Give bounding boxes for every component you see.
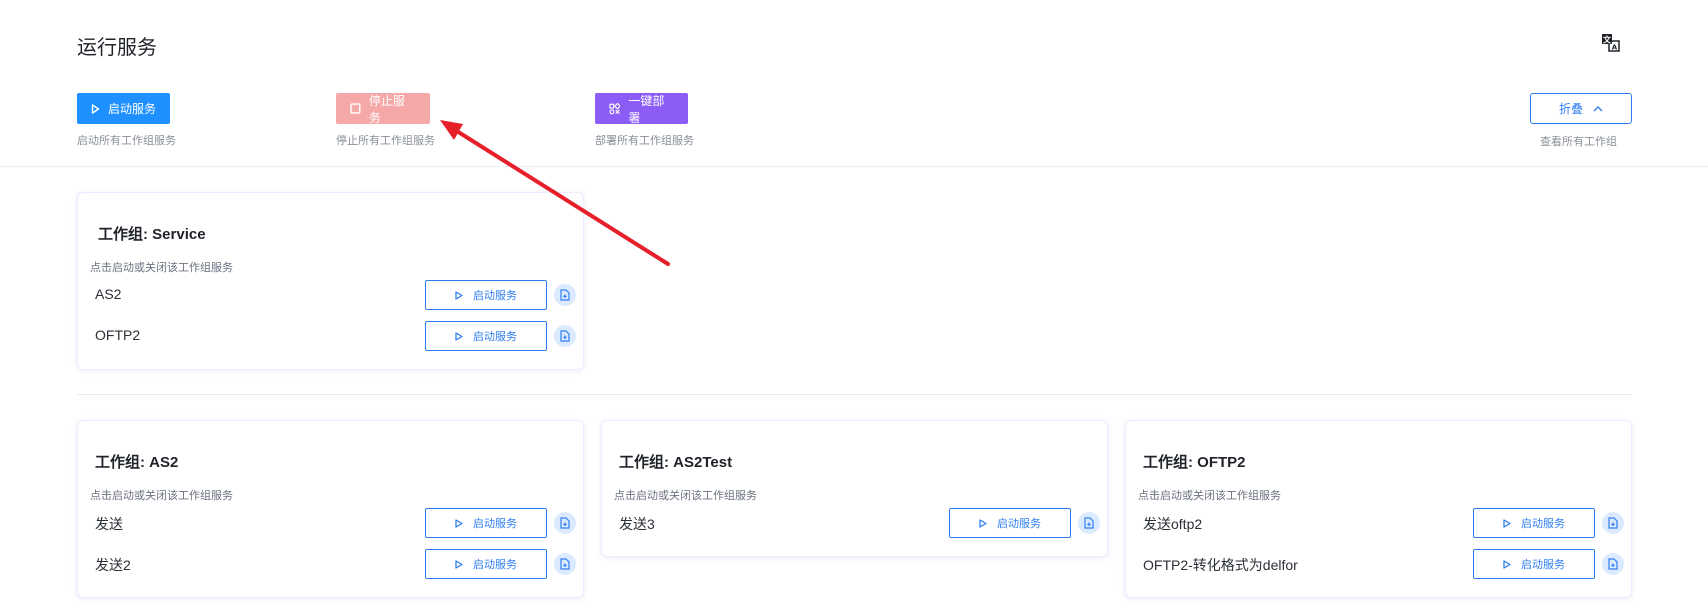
svg-text:A: A (1612, 44, 1618, 52)
workgroup-title: 工作组: OFTP2 (1143, 454, 1246, 471)
start-service-button[interactable]: 启动服务 (1473, 549, 1595, 579)
start-all-label: 启动服务 (108, 102, 157, 116)
service-row: OFTP2 启动服务 (78, 321, 583, 351)
start-all-desc: 启动所有工作组服务 (77, 135, 176, 147)
stop-all-button[interactable]: 停止服务 (336, 93, 430, 125)
workgroup-card-oftp2: 工作组: OFTP2 点击启动或关闭该工作组服务 发送oftp2 启动服务 OF… (1125, 420, 1632, 598)
deploy-icon (609, 102, 621, 114)
start-all-group: 启动服务 启动所有工作组服务 (77, 93, 176, 148)
service-name: 发送 (95, 516, 123, 532)
collapse-button[interactable]: 折叠 (1530, 93, 1632, 124)
file-icon[interactable] (1078, 512, 1100, 534)
play-icon (455, 331, 463, 341)
service-row: AS2 启动服务 (78, 280, 583, 310)
start-service-button[interactable]: 启动服务 (425, 508, 547, 538)
start-service-button[interactable]: 启动服务 (1473, 508, 1595, 538)
service-name: AS2 (95, 286, 122, 302)
file-icon[interactable] (554, 284, 576, 306)
service-name: 发送oftp2 (1143, 516, 1203, 532)
service-name: 发送3 (619, 516, 655, 532)
workgroup-card-service: 工作组: Service 点击启动或关闭该工作组服务 AS2 启动服务 OFTP… (77, 192, 584, 370)
play-icon (1503, 559, 1511, 569)
collapse-desc: 查看所有工作组 (1540, 136, 1617, 148)
deploy-all-group: 一键部署 部署所有工作组服务 (595, 93, 694, 148)
service-row: 发送3 启动服务 (602, 508, 1107, 538)
start-all-button[interactable]: 启动服务 (77, 93, 170, 124)
header-divider (0, 166, 1708, 167)
svg-text:文: 文 (1603, 35, 1612, 45)
workgroup-card-as2test: 工作组: AS2Test 点击启动或关闭该工作组服务 发送3 启动服务 (601, 420, 1108, 557)
workgroup-card-as2: 工作组: AS2 点击启动或关闭该工作组服务 发送 启动服务 发送2 启动服务 (77, 420, 584, 598)
stop-icon (350, 103, 361, 114)
workgroup-title: 工作组: AS2Test (619, 454, 733, 471)
service-name: 发送2 (95, 557, 131, 573)
workgroup-subtitle: 点击启动或关闭该工作组服务 (614, 490, 757, 502)
collapse-label: 折叠 (1558, 102, 1583, 116)
start-service-label: 启动服务 (473, 331, 517, 343)
file-icon[interactable] (554, 512, 576, 534)
play-icon (979, 518, 987, 528)
file-icon[interactable] (1602, 512, 1624, 534)
file-icon[interactable] (1602, 553, 1624, 575)
start-service-button[interactable]: 启动服务 (425, 280, 547, 310)
stop-all-label: 停止服务 (368, 93, 405, 125)
stop-all-desc: 停止所有工作组服务 (336, 135, 435, 147)
chevron-up-icon (1593, 105, 1603, 111)
play-icon (455, 559, 463, 569)
play-icon (1503, 518, 1511, 528)
workgroup-subtitle: 点击启动或关闭该工作组服务 (90, 490, 233, 502)
start-service-label: 启动服务 (1521, 518, 1565, 530)
play-icon (455, 290, 463, 300)
service-name: OFTP2-转化格式为delfor (1143, 557, 1298, 573)
deploy-all-desc: 部署所有工作组服务 (595, 135, 694, 147)
play-icon (455, 518, 463, 528)
start-service-label: 启动服务 (997, 518, 1041, 530)
workgroup-subtitle: 点击启动或关闭该工作组服务 (1138, 490, 1281, 502)
translate-icon[interactable]: 文 A (1601, 33, 1621, 53)
file-icon[interactable] (554, 325, 576, 347)
play-icon (91, 103, 100, 114)
service-name: OFTP2 (95, 327, 141, 343)
workgroup-title: 工作组: Service (98, 226, 206, 243)
service-row: 发送oftp2 启动服务 (1126, 508, 1631, 538)
service-row: 发送 启动服务 (78, 508, 583, 538)
start-service-label: 启动服务 (473, 518, 517, 530)
start-service-button[interactable]: 启动服务 (949, 508, 1071, 538)
service-row: OFTP2-转化格式为delfor 启动服务 (1126, 549, 1631, 579)
start-service-label: 启动服务 (473, 290, 517, 302)
stop-all-group: 停止服务 停止所有工作组服务 (336, 93, 435, 148)
service-row: 发送2 启动服务 (78, 549, 583, 579)
workgroup-subtitle: 点击启动或关闭该工作组服务 (90, 262, 233, 274)
start-service-label: 启动服务 (473, 559, 517, 571)
start-service-button[interactable]: 启动服务 (425, 321, 547, 351)
start-service-button[interactable]: 启动服务 (425, 549, 547, 579)
start-service-label: 启动服务 (1521, 559, 1565, 571)
deploy-all-button[interactable]: 一键部署 (595, 93, 688, 125)
deploy-all-label: 一键部署 (628, 93, 665, 125)
page-title: 运行服务 (77, 37, 157, 59)
workgroup-title: 工作组: AS2 (95, 454, 179, 471)
file-icon[interactable] (554, 553, 576, 575)
section-divider (77, 394, 1632, 395)
